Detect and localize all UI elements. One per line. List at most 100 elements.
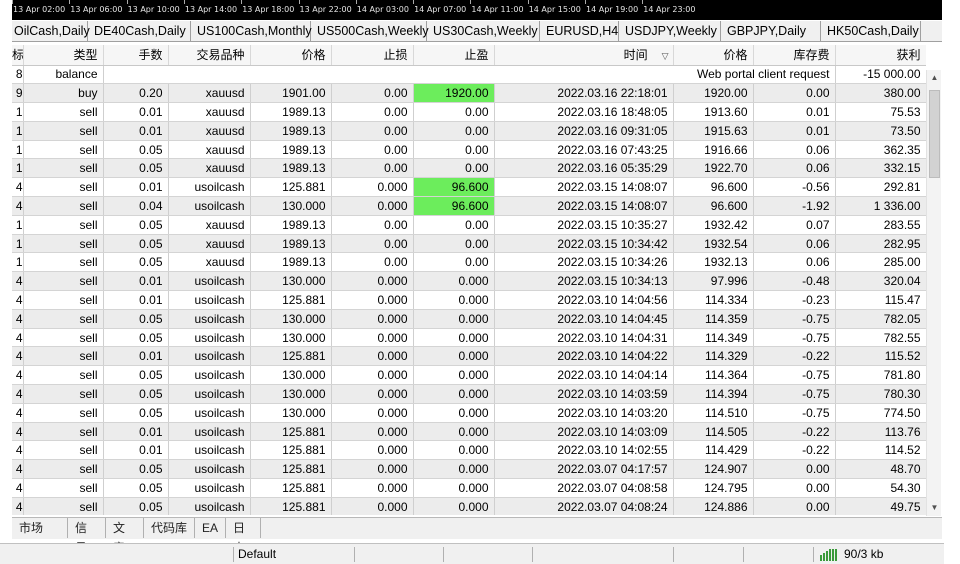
cell-profit: 332.15 <box>835 158 926 179</box>
cell-symbol: xauusd <box>168 234 251 254</box>
table-row[interactable]: 1 sell 0.05 xauusd 1989.13 0.00 0.00 2022.03.15… <box>12 215 926 235</box>
chart-tab[interactable]: US100Cash,Monthly <box>191 21 312 41</box>
cell-profit: 283.55 <box>835 215 926 235</box>
cell-price: 130.000 <box>250 309 332 329</box>
column-header[interactable]: 交易品种 <box>168 45 251 66</box>
cell-profit: 115.47 <box>835 290 926 310</box>
table-row[interactable]: 4 sell 0.01 usoilcash 125.881 0.000 0.000 2022.… <box>12 440 926 461</box>
status-bar: Default 90/3 kb <box>0 543 944 564</box>
cell-type: sell <box>23 365 104 386</box>
cell-volume: 0.05 <box>103 215 169 235</box>
cell-volume: 0.20 <box>103 83 169 104</box>
scroll-up-icon[interactable]: ▲ <box>927 70 942 86</box>
table-row[interactable]: 4 sell 0.05 usoilcash 125.881 0.000 0.000 2022.… <box>12 497 926 515</box>
column-header[interactable]: 标 <box>12 45 24 66</box>
cell-volume: 0.01 <box>103 121 169 141</box>
terminal-tab[interactable]: 文章 <box>106 518 144 555</box>
cell-profit: 48.70 <box>835 459 926 480</box>
cell-current-price: 114.429 <box>673 440 754 461</box>
table-row[interactable]: 4 sell 0.05 usoilcash 130.000 0.000 0.000 2022.… <box>12 365 926 386</box>
table-row[interactable]: 4 sell 0.04 usoilcash 130.000 0.000 96.600 2022… <box>12 196 926 216</box>
timeline-tick-label: 14 Apr 23:00 <box>643 5 696 14</box>
cell-id: 4 <box>12 478 24 498</box>
terminal-tab[interactable]: 日志 <box>226 518 261 555</box>
cell-take-profit: 0.000 <box>413 422 495 442</box>
table-row[interactable]: 4 sell 0.05 usoilcash 130.000 0.000 0.000 2022.… <box>12 328 926 348</box>
column-header[interactable]: 手数 <box>103 45 169 66</box>
chart-timeline: 13 Apr 02:00 13 Apr 06:00 13 Apr 10:00 13 A… <box>12 0 942 20</box>
timeline-tick-mark <box>298 0 300 4</box>
cell-time: 2022.03.10 14:04:56 <box>494 290 674 310</box>
cell-volume: 0.05 <box>103 252 169 273</box>
balance-row[interactable]: 8 balance Web portal client request -15 000… <box>12 65 926 85</box>
cell-stop-loss: 0.000 <box>331 459 414 480</box>
column-header[interactable]: 时间 ▽ <box>494 45 674 66</box>
cell-stop-loss: 0.00 <box>331 158 414 179</box>
chart-tab[interactable]: OilCash,Daily <box>12 21 90 41</box>
cell-swap: -0.75 <box>753 403 836 423</box>
column-header[interactable]: 止盈 <box>413 45 495 66</box>
cell-symbol: xauusd <box>168 102 251 122</box>
chart-tab[interactable]: EURUSD,H4 <box>540 21 619 41</box>
terminal-tab[interactable]: 代码库 <box>144 518 195 538</box>
chart-tab[interactable]: US500Cash,Weekly <box>311 21 429 41</box>
cell-type: sell <box>23 309 104 329</box>
table-row[interactable]: 4 sell 0.05 usoilcash 130.000 0.000 0.000 2022.… <box>12 403 926 423</box>
table-row[interactable]: 1 sell 0.05 xauusd 1989.13 0.00 0.00 2022.03.15… <box>12 234 926 254</box>
cell-swap: 0.00 <box>753 83 836 104</box>
column-header[interactable]: 价格 <box>673 45 754 66</box>
vertical-scrollbar[interactable]: ▲ ▼ <box>926 70 941 516</box>
table-row[interactable]: 9 buy 0.20 xauusd 1901.00 0.00 1920.00 2022.03.… <box>12 83 926 104</box>
chart-tab[interactable]: GBPJPY,Daily <box>721 21 821 41</box>
cell-symbol: usoilcash <box>168 290 251 310</box>
chart-tab[interactable]: DE40Cash,Daily <box>88 21 191 41</box>
scroll-thumb[interactable] <box>929 90 940 178</box>
cell-profit: 113.76 <box>835 422 926 442</box>
cell-take-profit: 0.000 <box>413 459 495 480</box>
column-header[interactable]: 价格 <box>250 45 332 66</box>
cell-stop-loss: 0.000 <box>331 346 414 367</box>
timeline-tick-mark <box>241 0 243 4</box>
column-header[interactable]: 类型 <box>23 45 104 66</box>
cell-time: 2022.03.07 04:08:24 <box>494 497 674 515</box>
table-row[interactable]: 4 sell 0.01 usoilcash 125.881 0.000 96.600 2022… <box>12 177 926 198</box>
cell-profit: 114.52 <box>835 440 926 461</box>
table-row[interactable]: 4 sell 0.01 usoilcash 125.881 0.000 0.000 2022.… <box>12 346 926 367</box>
table-row[interactable]: 4 sell 0.05 usoilcash 130.000 0.000 0.000 2022.… <box>12 309 926 329</box>
cell-price: 125.881 <box>250 290 332 310</box>
chart-tab[interactable]: USDJPY,Weekly <box>619 21 721 41</box>
cell-id: 4 <box>12 346 24 367</box>
table-row[interactable]: 1 sell 0.05 xauusd 1989.13 0.00 0.00 2022.03.15… <box>12 252 926 273</box>
table-row[interactable]: 1 sell 0.01 xauusd 1989.13 0.00 0.00 2022.03.16… <box>12 102 926 122</box>
column-header[interactable]: 止损 <box>331 45 414 66</box>
cell-id: 4 <box>12 440 24 461</box>
terminal-tab[interactable]: 市场138 <box>12 518 68 555</box>
table-row[interactable]: 4 sell 0.01 usoilcash 130.000 0.000 0.000 2022.… <box>12 271 926 292</box>
table-row[interactable]: 1 sell 0.05 xauusd 1989.13 0.00 0.00 2022.03.16… <box>12 140 926 160</box>
timeline-tick-label: 13 Apr 18:00 <box>242 5 295 14</box>
table-row[interactable]: 1 sell 0.05 xauusd 1989.13 0.00 0.00 2022.03.16… <box>12 158 926 179</box>
timeline-tick-mark <box>470 0 472 4</box>
scroll-down-icon[interactable]: ▼ <box>927 500 942 516</box>
cell-id: 1 <box>12 252 24 273</box>
chart-tab[interactable]: US30Cash,Weekly <box>427 21 540 41</box>
table-row[interactable]: 4 sell 0.01 usoilcash 125.881 0.000 0.000 2022.… <box>12 422 926 442</box>
table-row[interactable]: 1 sell 0.01 xauusd 1989.13 0.00 0.00 2022.03.16… <box>12 121 926 141</box>
table-row[interactable]: 4 sell 0.05 usoilcash 125.881 0.000 0.000 2022.… <box>12 459 926 480</box>
column-header[interactable]: 库存费 <box>753 45 836 66</box>
cell-time: 2022.03.16 07:43:25 <box>494 140 674 160</box>
table-row[interactable]: 4 sell 0.01 usoilcash 125.881 0.000 0.000 2022.… <box>12 290 926 310</box>
cell-swap: 0.06 <box>753 140 836 160</box>
chart-tab[interactable]: HK50Cash,Daily <box>821 21 921 41</box>
cell-symbol: usoilcash <box>168 422 251 442</box>
cell-profit: 362.35 <box>835 140 926 160</box>
cell-swap: 0.00 <box>753 497 836 515</box>
table-row[interactable]: 4 sell 0.05 usoilcash 130.000 0.000 0.000 2022.… <box>12 384 926 404</box>
terminal-tab[interactable]: 信号 <box>68 518 106 555</box>
column-header[interactable]: 获利 <box>835 45 926 66</box>
cell-current-price: 1915.63 <box>673 121 754 141</box>
terminal-tab[interactable]: EA <box>195 518 226 538</box>
table-row[interactable]: 4 sell 0.05 usoilcash 125.881 0.000 0.000 2022.… <box>12 478 926 498</box>
column-header-label: 价格 <box>301 48 326 63</box>
cell-symbol: xauusd <box>168 83 251 104</box>
